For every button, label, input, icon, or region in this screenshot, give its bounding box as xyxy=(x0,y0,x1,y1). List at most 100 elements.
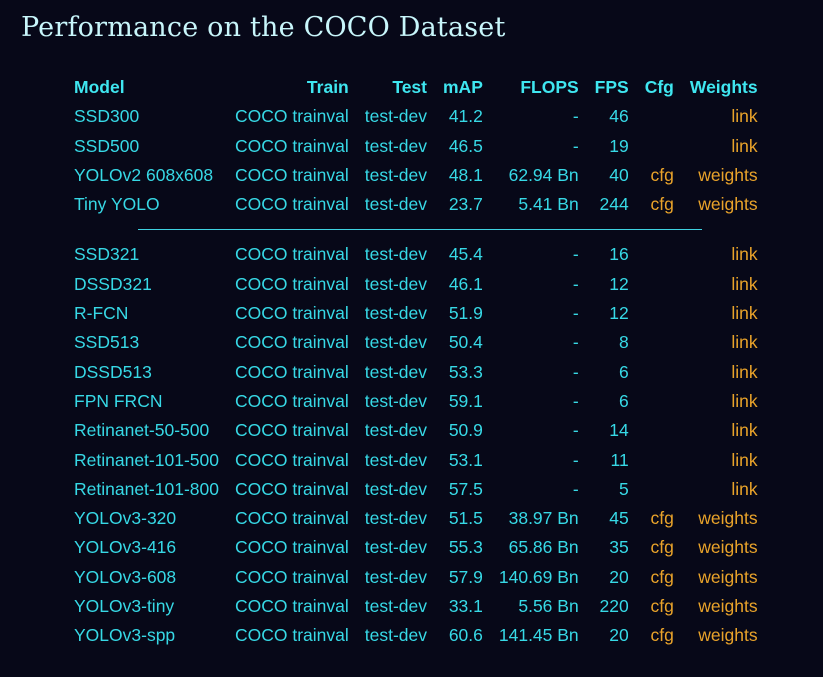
train-cell: COCO trainval xyxy=(234,596,349,617)
map-cell: 50.9 xyxy=(448,420,483,441)
page-title: Performance on the COCO Dataset xyxy=(21,12,506,43)
cfg-link[interactable]: cfg xyxy=(637,621,682,650)
weights-link[interactable]: weights xyxy=(682,161,766,190)
table-row: DSSD321 COCO trainval test-dev 46.1 - 12 link xyxy=(66,270,766,299)
test-cell: test-dev xyxy=(364,135,427,156)
weights-link[interactable]: link xyxy=(682,299,766,328)
table-row: SSD321 COCO trainval test-dev 45.4 - 16 link xyxy=(66,240,766,269)
fps-cell: 16 xyxy=(609,244,629,265)
weights-link[interactable]: link xyxy=(682,387,766,416)
weights-link[interactable]: weights xyxy=(682,190,766,219)
cfg-link[interactable]: cfg xyxy=(637,161,682,190)
fps-cell: 6 xyxy=(618,361,629,382)
table-divider-section xyxy=(66,219,766,240)
train-cell: COCO trainval xyxy=(234,244,349,265)
test-cell: test-dev xyxy=(364,478,427,499)
flops-cell: 141.45 Bn xyxy=(498,625,579,646)
table-row: YOLOv3-spp COCO trainval test-dev 60.6 141.4… xyxy=(66,621,766,650)
model-cell: SSD500 xyxy=(74,135,140,156)
fps-cell: 35 xyxy=(609,537,629,558)
flops-cell: - xyxy=(572,390,579,411)
weights-link[interactable]: weights xyxy=(682,592,766,621)
cfg-link xyxy=(637,387,682,416)
table-row: FPN FRCN COCO trainval test-dev 59.1 - 6 link xyxy=(66,387,766,416)
test-cell: test-dev xyxy=(364,596,427,617)
model-cell: YOLOv3-320 xyxy=(74,508,177,529)
weights-link[interactable]: weights xyxy=(682,563,766,592)
flops-cell: - xyxy=(572,449,579,470)
fps-cell: 14 xyxy=(609,420,629,441)
table-row: DSSD513 COCO trainval test-dev 53.3 - 6 link xyxy=(66,358,766,387)
flops-cell: 62.94 Bn xyxy=(508,164,579,185)
weights-link[interactable]: link xyxy=(682,328,766,357)
map-cell: 55.3 xyxy=(448,537,483,558)
cfg-link xyxy=(637,102,682,131)
model-cell: YOLOv3-608 xyxy=(74,566,177,587)
cfg-link[interactable]: cfg xyxy=(637,533,682,562)
weights-link[interactable]: link xyxy=(682,358,766,387)
map-cell: 46.5 xyxy=(448,135,483,156)
fps-cell: 46 xyxy=(609,106,629,127)
map-cell: 57.9 xyxy=(448,566,483,587)
cfg-link[interactable]: cfg xyxy=(637,504,682,533)
fps-cell: 12 xyxy=(609,273,629,294)
model-cell: SSD300 xyxy=(74,106,140,127)
weights-link[interactable]: link xyxy=(682,446,766,475)
flops-cell: - xyxy=(572,273,579,294)
fps-cell: 19 xyxy=(609,135,629,156)
divider-row xyxy=(66,219,766,240)
test-cell: test-dev xyxy=(364,625,427,646)
weights-link[interactable]: weights xyxy=(682,621,766,650)
flops-cell: - xyxy=(572,244,579,265)
table-row: YOLOv3-416 COCO trainval test-dev 55.3 65.86… xyxy=(66,533,766,562)
test-cell: test-dev xyxy=(364,566,427,587)
map-cell: 33.1 xyxy=(448,596,483,617)
table-row: YOLOv3-608 COCO trainval test-dev 57.9 140.6… xyxy=(66,563,766,592)
test-cell: test-dev xyxy=(364,420,427,441)
cfg-link[interactable]: cfg xyxy=(637,592,682,621)
table-row: SSD513 COCO trainval test-dev 50.4 - 8 link xyxy=(66,328,766,357)
weights-link[interactable]: link xyxy=(682,475,766,504)
train-cell: COCO trainval xyxy=(234,390,349,411)
test-cell: test-dev xyxy=(364,273,427,294)
map-cell: 57.5 xyxy=(448,478,483,499)
header-train: Train xyxy=(306,77,349,97)
weights-link[interactable]: weights xyxy=(682,504,766,533)
table-row: YOLOv3-tiny COCO trainval test-dev 33.1 5.56… xyxy=(66,592,766,621)
model-cell: YOLOv3-spp xyxy=(74,625,176,646)
map-cell: 45.4 xyxy=(448,244,483,265)
test-cell: test-dev xyxy=(364,508,427,529)
weights-link[interactable]: link xyxy=(682,270,766,299)
cfg-link xyxy=(637,299,682,328)
cfg-link[interactable]: cfg xyxy=(637,190,682,219)
map-cell: 23.7 xyxy=(448,194,483,215)
flops-cell: 140.69 Bn xyxy=(498,566,579,587)
fps-cell: 20 xyxy=(609,625,629,646)
weights-link[interactable]: link xyxy=(682,102,766,131)
flops-cell: - xyxy=(572,332,579,353)
model-cell: Retinanet-101-800 xyxy=(74,478,219,499)
model-cell: SSD321 xyxy=(74,244,140,265)
cfg-link xyxy=(637,328,682,357)
train-cell: COCO trainval xyxy=(234,135,349,156)
train-cell: COCO trainval xyxy=(234,361,349,382)
fps-cell: 6 xyxy=(618,390,629,411)
fps-cell: 5 xyxy=(618,478,629,499)
weights-link[interactable]: weights xyxy=(682,533,766,562)
cfg-link xyxy=(637,475,682,504)
train-cell: COCO trainval xyxy=(234,537,349,558)
model-cell: YOLOv2 608x608 xyxy=(74,164,214,185)
table-row: YOLOv2 608x608 COCO trainval test-dev 48.1 6… xyxy=(66,161,766,190)
test-cell: test-dev xyxy=(364,244,427,265)
weights-link[interactable]: link xyxy=(682,416,766,445)
flops-cell: 5.56 Bn xyxy=(518,596,579,617)
weights-link[interactable]: link xyxy=(682,240,766,269)
flops-cell: 5.41 Bn xyxy=(518,194,579,215)
model-cell: SSD513 xyxy=(74,332,140,353)
model-cell: DSSD513 xyxy=(74,361,152,382)
flops-cell: - xyxy=(572,303,579,324)
model-cell: Retinanet-101-500 xyxy=(74,449,219,470)
cfg-link[interactable]: cfg xyxy=(637,563,682,592)
weights-link[interactable]: link xyxy=(682,132,766,161)
table-row: Retinanet-101-800 COCO trainval test-dev 57… xyxy=(66,475,766,504)
